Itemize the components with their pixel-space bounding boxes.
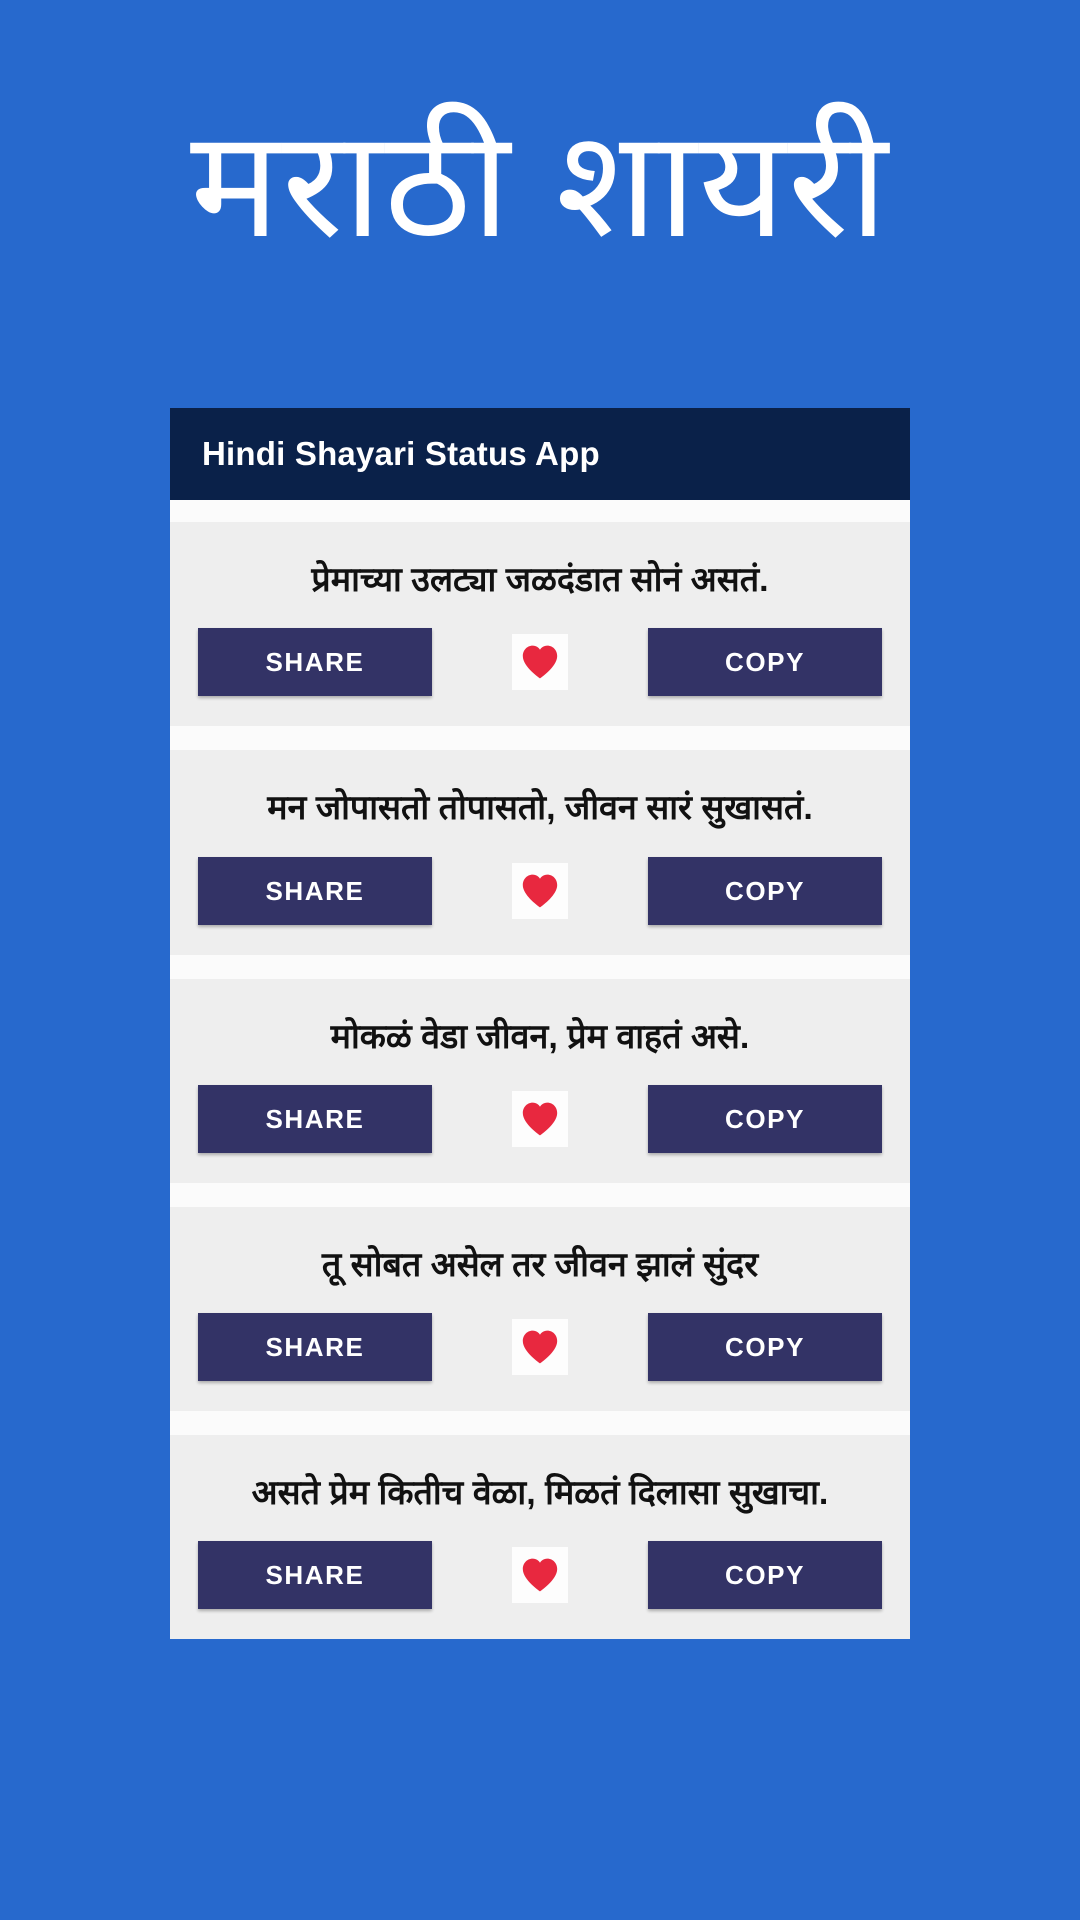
list-divider — [170, 1411, 910, 1436]
hero-banner: मराठी शायरी — [0, 0, 1080, 338]
shayari-text: तू सोबत असेल तर जीवन झालं सुंदर — [321, 1245, 759, 1284]
page-title: मराठी शायरी — [190, 99, 890, 268]
list-item[interactable]: मोकळं वेडा जीवन, प्रेम वाहतं असे. SHARE … — [170, 978, 910, 1183]
shayari-text: मोकळं वेडा जीवन, प्रेम वाहतं असे. — [330, 1017, 750, 1056]
action-row: SHARE COPY — [198, 856, 882, 925]
shayari-text: मन जोपासतो तोपासतो, जीवन सारं सुखासतं. — [267, 789, 813, 828]
action-row: SHARE COPY — [198, 1541, 882, 1610]
list-item[interactable]: तू सोबत असेल तर जीवन झालं सुंदर SHARE CO… — [170, 1206, 910, 1412]
list-divider — [170, 500, 910, 522]
list-divider — [170, 726, 910, 751]
share-button[interactable]: SHARE — [198, 1313, 432, 1382]
app-bar-title: Hindi Shayari Status App — [202, 435, 600, 472]
action-row: SHARE COPY — [198, 628, 882, 697]
favorite-button[interactable] — [512, 634, 568, 691]
copy-button[interactable]: COPY — [648, 1541, 882, 1610]
list-item[interactable]: मन जोपासतो तोपासतो, जीवन सारं सुखासतं. S… — [170, 750, 910, 955]
action-row: SHARE COPY — [198, 1084, 882, 1153]
share-button[interactable]: SHARE — [198, 856, 432, 925]
favorite-button[interactable] — [512, 1319, 568, 1376]
action-row: SHARE COPY — [198, 1313, 882, 1382]
copy-button[interactable]: COPY — [648, 856, 882, 925]
favorite-button[interactable] — [512, 862, 568, 919]
list-divider — [170, 1182, 910, 1207]
app-screenshot-frame: Hindi Shayari Status App प्रेमाच्या उलट्… — [170, 408, 910, 1640]
list-item[interactable]: प्रेमाच्या उलट्या जळदंडात सोनं असतं. SHA… — [170, 522, 910, 727]
heart-icon — [522, 1558, 558, 1592]
list-divider — [170, 954, 910, 979]
shayari-text: प्रेमाच्या उलट्या जळदंडात सोनं असतं. — [311, 561, 769, 599]
copy-button[interactable]: COPY — [648, 1084, 882, 1153]
copy-button[interactable]: COPY — [648, 628, 882, 697]
share-button[interactable]: SHARE — [198, 1084, 432, 1153]
list-item[interactable]: असते प्रेम कितीच वेळा, मिळतं दिलासा सुखा… — [170, 1435, 910, 1640]
favorite-button[interactable] — [512, 1547, 568, 1604]
shayari-list: प्रेमाच्या उलट्या जळदंडात सोनं असतं. SHA… — [170, 500, 910, 1640]
heart-icon — [522, 1330, 558, 1364]
heart-icon — [522, 874, 558, 907]
favorite-button[interactable] — [512, 1090, 568, 1147]
share-button[interactable]: SHARE — [198, 1541, 432, 1610]
app-bar: Hindi Shayari Status App — [170, 408, 910, 500]
shayari-text: असते प्रेम कितीच वेळा, मिळतं दिलासा सुखा… — [251, 1474, 829, 1513]
heart-icon — [522, 1102, 558, 1136]
copy-button[interactable]: COPY — [648, 1313, 882, 1382]
heart-icon — [522, 645, 558, 679]
share-button[interactable]: SHARE — [198, 628, 432, 697]
